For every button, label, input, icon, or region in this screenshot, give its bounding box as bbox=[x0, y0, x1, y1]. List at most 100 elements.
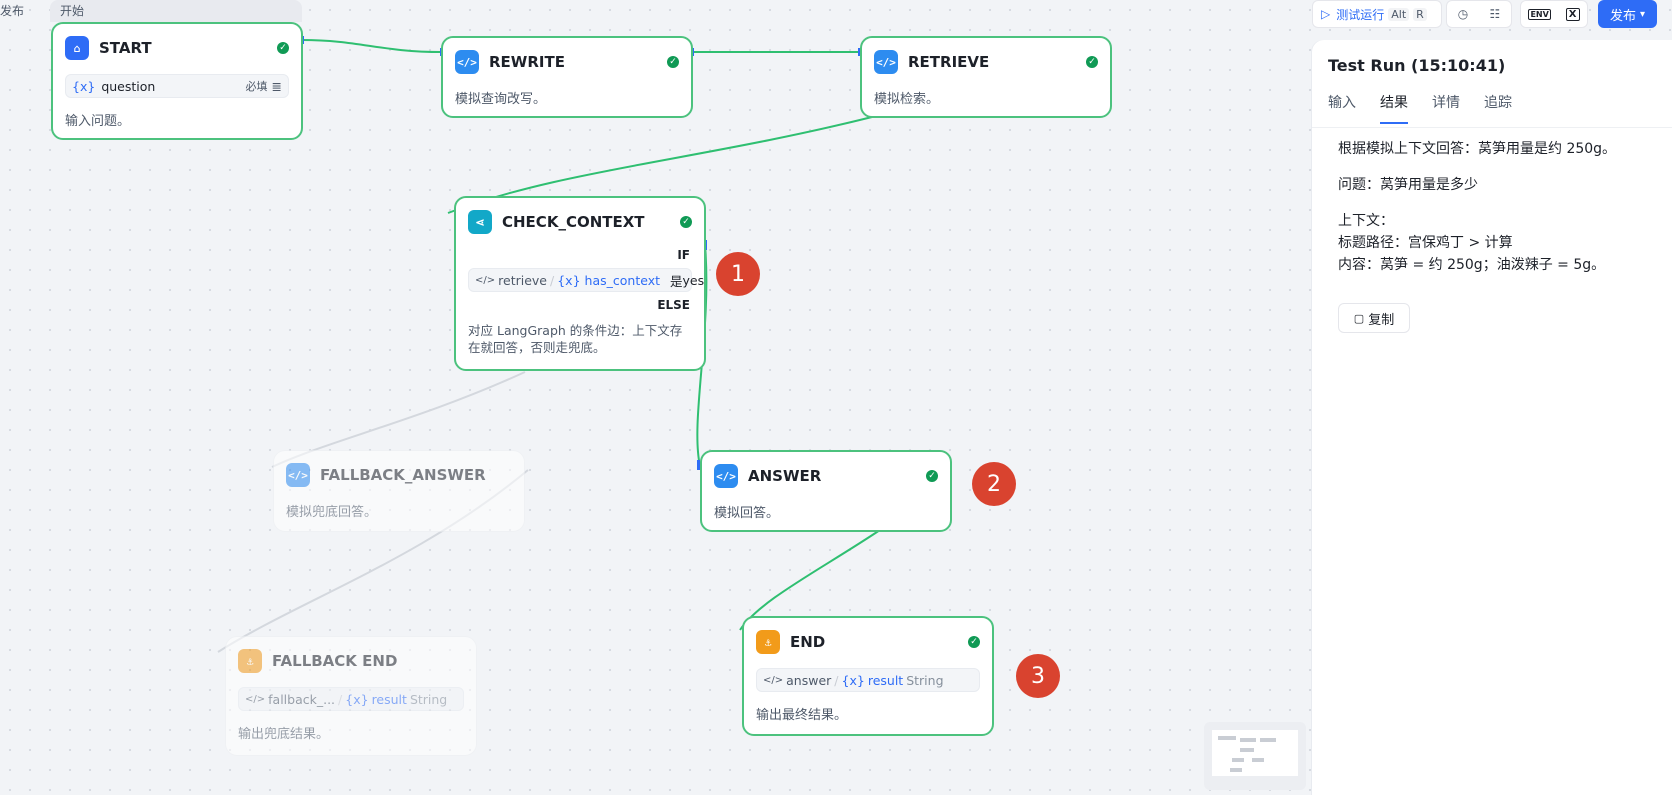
node-description: 输入问题。 bbox=[65, 114, 131, 129]
result-content: 根据模拟上下文回答：莴笋用量是约 250g。 问题：莴笋用量是多少 上下文： 标… bbox=[1338, 138, 1616, 276]
success-check-icon: ✓ bbox=[680, 216, 692, 228]
edge-answer-end bbox=[739, 529, 881, 631]
group-header: 开始 bbox=[50, 0, 302, 22]
node-description: 模拟查询改写。 bbox=[455, 92, 547, 107]
copy-button[interactable]: ▢ 复制 bbox=[1338, 303, 1410, 333]
node-title: FALLBACK_ANSWER bbox=[320, 466, 486, 484]
publish-label: 发布 bbox=[1610, 8, 1637, 24]
text-icon: ≣ bbox=[271, 78, 282, 94]
variable-name: question bbox=[101, 78, 156, 94]
end-icon: ⚓ bbox=[238, 649, 262, 673]
result-line: 上下文： bbox=[1338, 213, 1394, 229]
input-variable-row[interactable]: {x} question 必填 ≣ bbox=[65, 74, 289, 98]
node-title: FALLBACK END bbox=[272, 652, 398, 670]
result-line: 问题：莴笋用量是多少 bbox=[1338, 177, 1478, 193]
minimap-node bbox=[1240, 738, 1256, 742]
edge-start-rewrite bbox=[301, 39, 443, 53]
node-fallback-answer[interactable]: </> FALLBACK_ANSWER 模拟兜底回答。 bbox=[273, 450, 525, 532]
tab-divider bbox=[1312, 127, 1672, 128]
node-fallback-end[interactable]: ⚓ FALLBACK END </> fallback_... / {x} re… bbox=[225, 636, 477, 756]
variable-icon: {x} bbox=[841, 672, 865, 688]
minimap[interactable] bbox=[1204, 722, 1306, 790]
end-icon: ⚓ bbox=[756, 630, 780, 654]
result-line: 标题路径：宫保鸡丁 > 计算 bbox=[1338, 235, 1513, 251]
step-badge: 3 bbox=[1016, 654, 1060, 698]
code-icon: </> bbox=[763, 674, 784, 686]
minimap-node bbox=[1232, 758, 1244, 762]
node-title: RETRIEVE bbox=[908, 53, 990, 71]
output-source: fallback_... bbox=[268, 691, 336, 707]
step-badge: 2 bbox=[972, 462, 1016, 506]
shortcut-alt: Alt bbox=[1388, 7, 1410, 21]
success-check-icon: ✓ bbox=[1086, 56, 1098, 68]
minimap-node bbox=[1260, 738, 1276, 742]
clipboard-icon: ▢ bbox=[1353, 311, 1365, 325]
code-icon: </> bbox=[455, 50, 479, 74]
tab-details[interactable]: 详情 bbox=[1432, 92, 1460, 124]
minimap-node bbox=[1252, 758, 1264, 762]
output-type: String bbox=[906, 672, 944, 688]
test-run-button[interactable]: ▷ 测试运行 Alt R bbox=[1312, 0, 1442, 28]
code-icon: </> bbox=[245, 693, 266, 705]
node-description: 模拟回答。 bbox=[714, 506, 780, 521]
output-variable-row[interactable]: </> fallback_... / {x} result String bbox=[238, 687, 464, 711]
play-icon: ▷ bbox=[1321, 7, 1331, 21]
chevron-down-icon: ▾ bbox=[1640, 8, 1646, 20]
condition-variable: has_context bbox=[584, 272, 660, 288]
result-line: 根据模拟上下文回答：莴笋用量是约 250g。 bbox=[1338, 141, 1617, 157]
output-variable: result bbox=[371, 691, 407, 707]
code-icon: </> bbox=[286, 463, 310, 487]
panel-tabs: 输入 结果 详情 追踪 bbox=[1328, 92, 1536, 124]
node-rewrite[interactable]: </> REWRITE ✓ 模拟查询改写。 bbox=[441, 36, 693, 118]
checklist-icon[interactable]: ☷ bbox=[1490, 7, 1501, 21]
node-description: 模拟兜底回答。 bbox=[286, 505, 378, 520]
code-icon: </> bbox=[714, 464, 738, 488]
node-title: ANSWER bbox=[748, 467, 822, 485]
env-button[interactable]: ENV bbox=[1528, 8, 1551, 20]
output-source: answer bbox=[786, 672, 832, 688]
code-icon: </> bbox=[874, 50, 898, 74]
description-line: 对应 LangGraph 的条件边：上下文存 bbox=[468, 323, 683, 338]
if-label: IF bbox=[677, 248, 690, 262]
code-icon: </> bbox=[475, 274, 496, 286]
success-check-icon: ✓ bbox=[968, 636, 980, 648]
tab-input[interactable]: 输入 bbox=[1328, 92, 1356, 124]
success-check-icon: ✓ bbox=[277, 42, 289, 54]
success-check-icon: ✓ bbox=[667, 56, 679, 68]
condition-row[interactable]: </> retrieve / {x} has_context 是 yes bbox=[468, 268, 704, 292]
output-variable: result bbox=[867, 672, 904, 688]
node-check-context[interactable]: ⋖ CHECK_CONTEXT ✓ IF </> retrieve / {x} … bbox=[454, 196, 706, 371]
env-group: ENV X bbox=[1520, 0, 1588, 28]
node-start[interactable]: ⌂ START ✓ {x} question 必填 ≣ 输入问题。 bbox=[51, 22, 303, 140]
minimap-node bbox=[1230, 768, 1242, 772]
copy-label: 复制 bbox=[1368, 312, 1395, 328]
tab-trace[interactable]: 追踪 bbox=[1484, 92, 1512, 124]
publish-fragment[interactable]: 发布 bbox=[0, 2, 24, 19]
node-description: 模拟检索。 bbox=[874, 92, 940, 107]
condition-operator: 是 bbox=[670, 273, 683, 289]
variable-panel-button[interactable]: X bbox=[1565, 7, 1580, 21]
node-retrieve[interactable]: </> RETRIEVE ✓ 模拟检索。 bbox=[860, 36, 1112, 118]
history-icon[interactable]: ◷ bbox=[1458, 7, 1468, 21]
minimap-node bbox=[1240, 748, 1254, 752]
description-line: 在就回答，否则走兜底。 bbox=[468, 340, 606, 355]
test-run-panel: Test Run (15:10:41) 输入 结果 详情 追踪 根据模拟上下文回… bbox=[1312, 40, 1672, 795]
branch-icon: ⋖ bbox=[468, 210, 492, 234]
node-description: 输出最终结果。 bbox=[756, 708, 848, 723]
publish-button[interactable]: 发布 ▾ bbox=[1598, 0, 1658, 28]
step-badge: 1 bbox=[716, 252, 760, 296]
variable-icon: {x} bbox=[72, 78, 96, 94]
output-variable-row[interactable]: </> answer / {x} result String bbox=[756, 668, 980, 692]
node-title: REWRITE bbox=[489, 53, 565, 71]
test-run-label: 测试运行 bbox=[1336, 7, 1385, 22]
success-check-icon: ✓ bbox=[926, 470, 938, 482]
node-answer[interactable]: </> ANSWER ✓ 模拟回答。 bbox=[700, 450, 952, 532]
node-end[interactable]: ⚓ END ✓ </> answer / {x} result String 输… bbox=[742, 616, 994, 736]
condition-value: yes bbox=[682, 272, 705, 288]
tab-result[interactable]: 结果 bbox=[1380, 92, 1408, 124]
variable-icon: {x} bbox=[557, 272, 581, 288]
required-label: 必填 bbox=[245, 80, 268, 93]
condition-source: retrieve bbox=[498, 272, 547, 288]
node-description: 输出兜底结果。 bbox=[238, 727, 330, 742]
node-title: END bbox=[790, 633, 826, 651]
